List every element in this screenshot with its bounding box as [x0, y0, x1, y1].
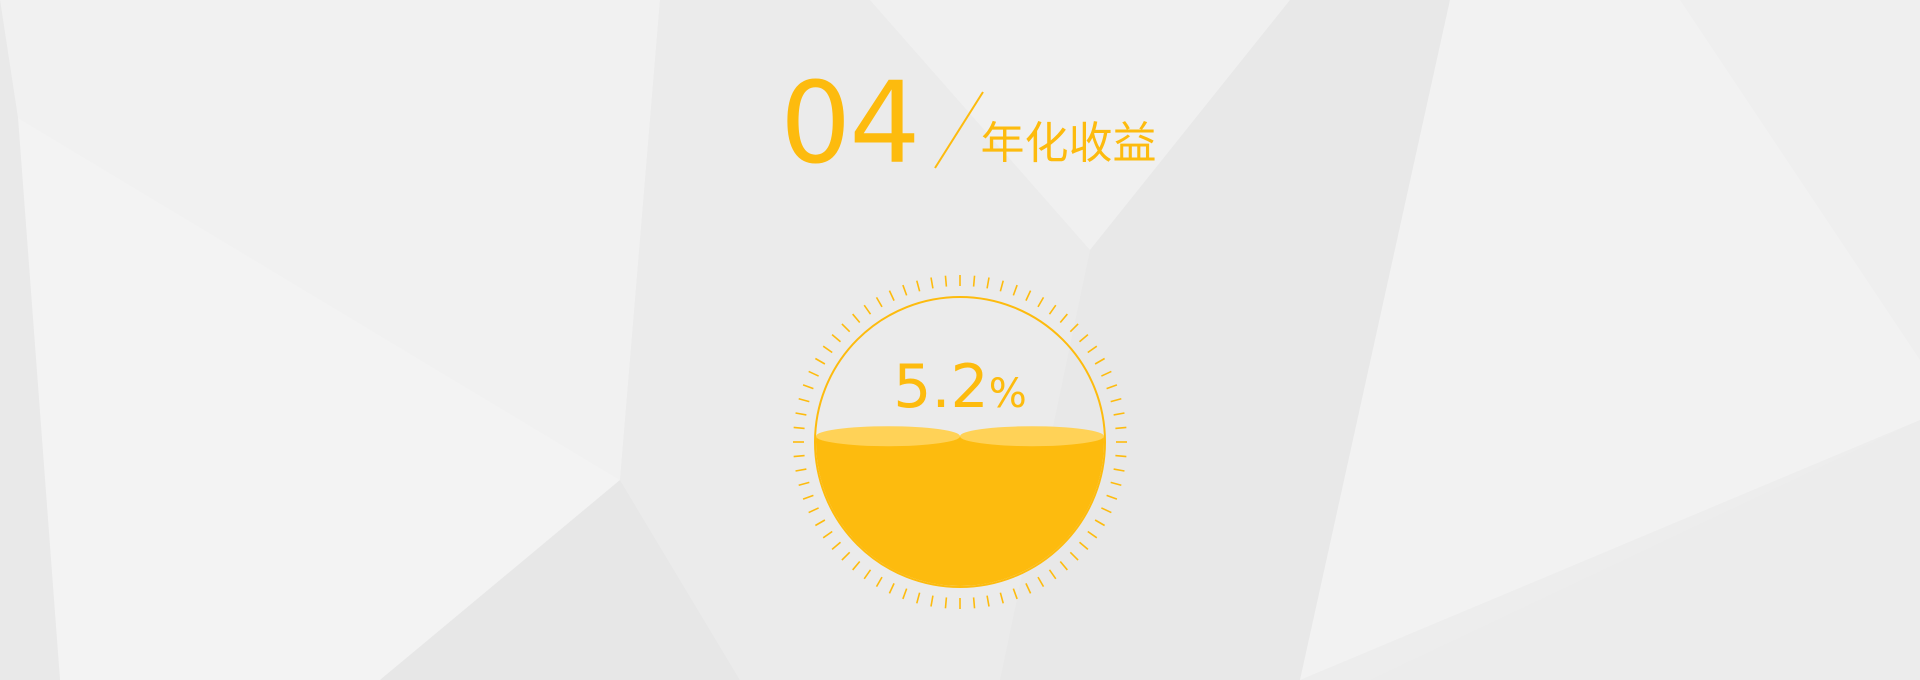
gauge-tick [863, 304, 872, 315]
gauge-graphic [793, 275, 1127, 609]
gauge-tick [831, 541, 842, 550]
gauge-tick [831, 334, 842, 343]
gauge-tick [863, 569, 872, 580]
gauge-tick [972, 275, 976, 287]
gauge-tick [944, 275, 948, 287]
gauge-tick [814, 519, 826, 527]
gauge-tick [916, 592, 921, 604]
gauge-tick [888, 583, 895, 594]
gauge-tick [1059, 560, 1068, 571]
gauge-tick [930, 277, 934, 289]
gauge-tick [1012, 284, 1018, 296]
gauge-value: 5.2% [790, 352, 1130, 422]
gauge-tick [1113, 468, 1125, 472]
gauge-tick [999, 280, 1004, 292]
gauge-tick [808, 507, 819, 514]
gauge-tick [852, 313, 861, 324]
gauge-tick [986, 595, 990, 607]
gauge-tick [798, 481, 810, 486]
gauge-tick [916, 280, 921, 292]
gauge-tick [1115, 426, 1127, 430]
section-title: 年化收益 [980, 118, 1157, 169]
gauge-tick [1048, 304, 1057, 315]
gauge-tick [1087, 530, 1098, 539]
gauge-number: 5.2 [893, 352, 989, 422]
gauge-unit: % [988, 371, 1027, 417]
gauge-tick [795, 468, 807, 472]
gauge-tick [793, 426, 805, 430]
gauge-tick [902, 284, 908, 296]
gauge-tick [902, 588, 908, 600]
wave-left [816, 426, 960, 447]
gauge-tick [1048, 569, 1057, 580]
gauge-tick [841, 551, 851, 561]
gauge-tick [1106, 494, 1118, 500]
section-number: 04 [780, 59, 921, 189]
percentage-gauge: 5.2% [790, 272, 1130, 612]
gauge-tick [1012, 588, 1018, 600]
gauge-tick [1110, 481, 1122, 486]
gauge-tick [999, 592, 1004, 604]
gauge-tick [1094, 519, 1106, 527]
gauge-tick [822, 530, 833, 539]
gauge-tick [875, 576, 883, 588]
gauge-tick [1037, 296, 1045, 308]
slash-divider [933, 91, 984, 169]
gauge-tick [1069, 551, 1079, 561]
gauge-tick [1069, 323, 1079, 333]
gauge-tick [875, 296, 883, 308]
gauge-tick [1115, 454, 1127, 458]
gauge-tick [1078, 334, 1089, 343]
gauge-tick [888, 290, 895, 301]
gauge-tick [793, 454, 805, 458]
gauge-tick [1101, 507, 1112, 514]
gauge-tick [972, 597, 976, 609]
gauge-tick [1025, 290, 1032, 301]
gauge-tick [1059, 313, 1068, 324]
gauge-tick [1037, 576, 1045, 588]
wave-right [960, 426, 1104, 447]
gauge-tick [1078, 541, 1089, 550]
gauge-tick [930, 595, 934, 607]
section-heading: 04 年化收益 [780, 60, 1157, 180]
gauge-tick [802, 494, 814, 500]
gauge-tick [986, 277, 990, 289]
gauge-tick [1025, 583, 1032, 594]
gauge-tick [944, 597, 948, 609]
gauge-tick [852, 560, 861, 571]
gauge-tick [841, 323, 851, 333]
